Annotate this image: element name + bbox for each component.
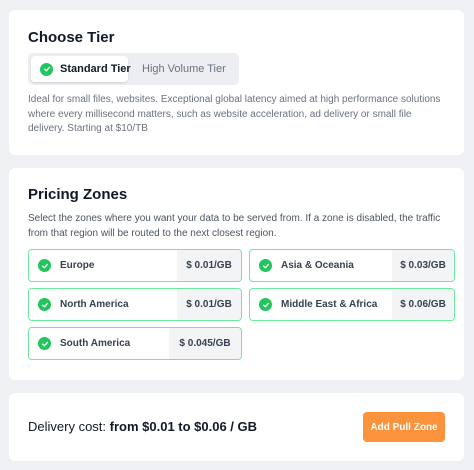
zone-name: Europe <box>60 260 95 271</box>
zone-name: South America <box>60 338 131 349</box>
zone-asia-oceania[interactable]: Asia & Oceania $ 0.03/GB <box>249 249 455 282</box>
zone-price: $ 0.01/GB <box>177 289 241 320</box>
zone-south-america[interactable]: South America $ 0.045/GB <box>28 327 242 360</box>
tier-option-label: High Volume Tier <box>142 63 226 75</box>
zone-price: $ 0.03/GB <box>392 250 454 281</box>
tier-option-standard[interactable]: Standard Tier <box>31 56 131 82</box>
tier-option-label: Standard Tier <box>60 63 131 75</box>
zone-price: $ 0.045/GB <box>169 328 241 359</box>
zone-north-america[interactable]: North America $ 0.01/GB <box>28 288 242 321</box>
zone-name: North America <box>60 299 129 310</box>
zone-europe[interactable]: Europe $ 0.01/GB <box>28 249 242 282</box>
pricing-zones-description: Select the zones where you want your dat… <box>28 213 441 239</box>
tier-toggle: Standard Tier High Volume Tier <box>28 53 239 85</box>
tier-description: Ideal for small files, websites. Excepti… <box>28 94 441 134</box>
choose-tier-card: Choose Tier Standard Tier High Volume Ti… <box>9 10 464 155</box>
zone-name: Middle East & Africa <box>281 299 378 310</box>
delivery-cost-label: Delivery cost: <box>28 419 110 434</box>
zone-name: Asia & Oceania <box>281 260 354 271</box>
add-pull-zone-button[interactable]: Add Pull Zone <box>363 412 445 442</box>
zone-price: $ 0.01/GB <box>177 250 241 281</box>
delivery-cost-range: from $0.01 to $0.06 / GB <box>109 419 258 434</box>
check-circle-icon <box>38 337 51 350</box>
delivery-cost-text: Delivery cost: from $0.01 to $0.06 / GB <box>28 419 257 434</box>
check-circle-icon <box>38 259 51 272</box>
pricing-zones-title: Pricing Zones <box>28 186 128 203</box>
pricing-zones-card: Pricing Zones Select the zones where you… <box>9 168 464 380</box>
check-circle-icon <box>259 298 272 311</box>
check-circle-icon <box>259 259 272 272</box>
zone-middle-east-africa[interactable]: Middle East & Africa $ 0.06/GB <box>249 288 455 321</box>
choose-tier-title: Choose Tier <box>28 29 115 46</box>
tier-option-high-volume[interactable]: High Volume Tier <box>128 56 226 82</box>
check-circle-icon <box>40 62 53 76</box>
zone-price: $ 0.06/GB <box>392 289 454 320</box>
delivery-cost-card: Delivery cost: from $0.01 to $0.06 / GB … <box>9 393 464 461</box>
check-circle-icon <box>38 298 51 311</box>
